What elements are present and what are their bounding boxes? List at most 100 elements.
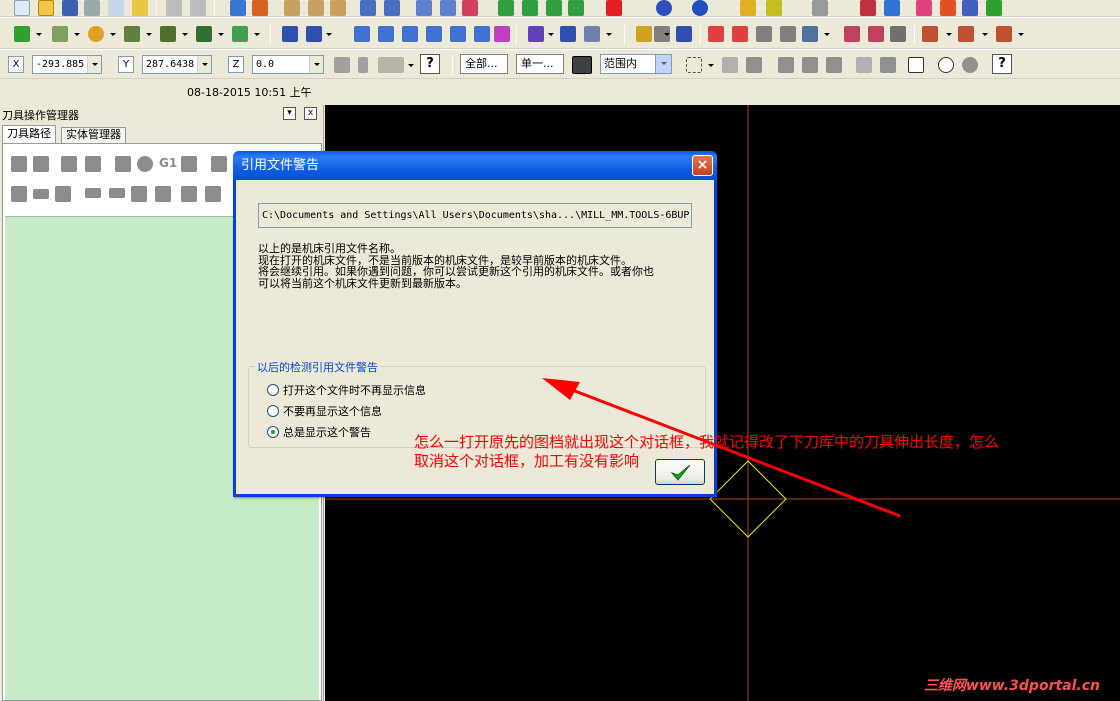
exclamation-icon[interactable] [358, 57, 368, 73]
scale-icon[interactable] [426, 26, 442, 42]
array-icon[interactable] [560, 26, 576, 42]
plane-front-icon[interactable] [440, 0, 456, 16]
shape-icon[interactable] [252, 0, 268, 16]
cube-front-icon[interactable] [546, 0, 562, 16]
highfeed-icon[interactable] [211, 156, 227, 172]
xform-move-icon[interactable] [306, 26, 322, 42]
backplot-icon[interactable] [958, 26, 974, 42]
face-select-icon[interactable] [778, 57, 794, 73]
return-icon[interactable] [880, 57, 896, 73]
radio-indicator[interactable] [267, 384, 279, 396]
open-folder-icon[interactable] [38, 0, 54, 16]
zoom-target-icon[interactable] [308, 0, 324, 16]
attribute-icon[interactable] [676, 26, 692, 42]
verify-ops-icon[interactable] [137, 156, 153, 172]
wand-icon[interactable] [766, 0, 782, 16]
backplot-ops-icon[interactable] [115, 156, 131, 172]
radio-indicator-selected[interactable] [267, 426, 279, 438]
project-icon[interactable] [474, 26, 490, 42]
insert-arrow-icon[interactable] [131, 186, 147, 202]
render-shade-icon[interactable] [868, 26, 884, 42]
fillet-icon[interactable] [160, 26, 176, 42]
render-icon[interactable] [844, 26, 860, 42]
redo-icon[interactable] [190, 0, 206, 16]
pencil-icon[interactable] [740, 0, 756, 16]
point-plus-icon[interactable] [14, 26, 30, 42]
light-icon[interactable] [132, 0, 148, 16]
frame-icon[interactable] [802, 26, 818, 42]
page-icon[interactable] [756, 26, 772, 42]
post-icon[interactable] [996, 26, 1012, 42]
sigma-icon[interactable] [962, 0, 978, 16]
solid-select-icon[interactable] [746, 57, 762, 73]
wrap-icon[interactable] [584, 26, 600, 42]
cancel-select-icon[interactable] [938, 57, 954, 73]
grid-icon[interactable] [708, 26, 724, 42]
bracket-icon[interactable] [916, 0, 932, 16]
chevron-down-icon[interactable] [87, 56, 101, 73]
g1-label[interactable]: G1 [159, 156, 177, 170]
translate-icon[interactable] [354, 26, 370, 42]
tab-toolpaths[interactable]: 刀具路径 [2, 125, 56, 143]
selection-mode-icon[interactable] [572, 56, 592, 74]
view-icon[interactable] [360, 0, 376, 16]
xform-icon[interactable] [282, 26, 298, 42]
panel-close-button[interactable]: x [304, 107, 317, 120]
cube-red-icon[interactable] [606, 0, 622, 16]
plane-side-icon[interactable] [462, 0, 478, 16]
cube-top-icon[interactable] [522, 0, 538, 16]
plane-icon[interactable] [416, 0, 432, 16]
help-select-button[interactable]: ? [992, 54, 1012, 74]
move-down-icon[interactable] [85, 188, 101, 198]
scroll-arrows-icon[interactable] [155, 186, 171, 202]
print-icon[interactable] [84, 0, 100, 16]
y-coord-input[interactable]: 287.6438 [142, 55, 212, 74]
radio-indicator[interactable] [267, 405, 279, 417]
chart-icon[interactable] [884, 0, 900, 16]
range-select[interactable]: 范围内 [600, 54, 672, 74]
move-icon[interactable] [230, 0, 246, 16]
select-all-button[interactable]: 全部... [460, 54, 508, 74]
offset-icon[interactable] [450, 26, 466, 42]
panel-pin-button[interactable]: ▾ [283, 107, 296, 120]
print-preview-icon[interactable] [108, 0, 124, 16]
trim-icon[interactable] [196, 26, 212, 42]
chevron-down-icon[interactable] [655, 55, 671, 73]
drag-icon[interactable] [528, 26, 544, 42]
pointer-icon[interactable] [722, 57, 738, 73]
help-button[interactable]: ? [420, 54, 440, 74]
zoom-out-icon[interactable] [330, 0, 346, 16]
select-single-button[interactable]: 单一... [516, 54, 564, 74]
list-icon[interactable] [732, 26, 748, 42]
sphere-icon[interactable] [692, 0, 708, 16]
eraser-icon[interactable] [780, 26, 796, 42]
new-file-icon[interactable] [14, 0, 30, 16]
mirror-icon[interactable] [402, 26, 418, 42]
radio-never-show[interactable]: 不要再显示这个信息 [267, 405, 382, 418]
rectangle-icon[interactable] [124, 26, 140, 42]
lock-icon[interactable] [11, 186, 27, 202]
undo-icon[interactable] [166, 0, 182, 16]
chevron-down-icon[interactable] [197, 56, 211, 73]
globe-icon[interactable] [656, 0, 672, 16]
line-icon[interactable] [52, 26, 68, 42]
post-ops-icon[interactable] [181, 156, 197, 172]
chevron-down-icon[interactable] [309, 56, 323, 73]
circle-icon[interactable] [88, 26, 104, 42]
regenerate-icon[interactable] [61, 156, 77, 172]
back-face-icon[interactable] [856, 57, 872, 73]
tool-icon[interactable] [812, 0, 828, 16]
lock-alt-icon[interactable] [55, 186, 71, 202]
radio-always-show[interactable]: 总是显示这个警告 [267, 426, 371, 439]
help-ops-icon[interactable] [205, 186, 221, 202]
shape-red-icon[interactable] [940, 0, 956, 16]
solid-cylinder-icon[interactable] [232, 26, 248, 42]
toggle-display-icon[interactable] [181, 186, 197, 202]
edge-select-icon[interactable] [802, 57, 818, 73]
z-coord-input[interactable]: 0.0 [252, 55, 324, 74]
regenerate-dirty-icon[interactable] [85, 156, 101, 172]
save-icon[interactable] [62, 0, 78, 16]
verify-select-icon[interactable] [908, 57, 924, 73]
tab-solids[interactable]: 实体管理器 [61, 127, 126, 143]
wireframe-icon[interactable] [890, 26, 906, 42]
